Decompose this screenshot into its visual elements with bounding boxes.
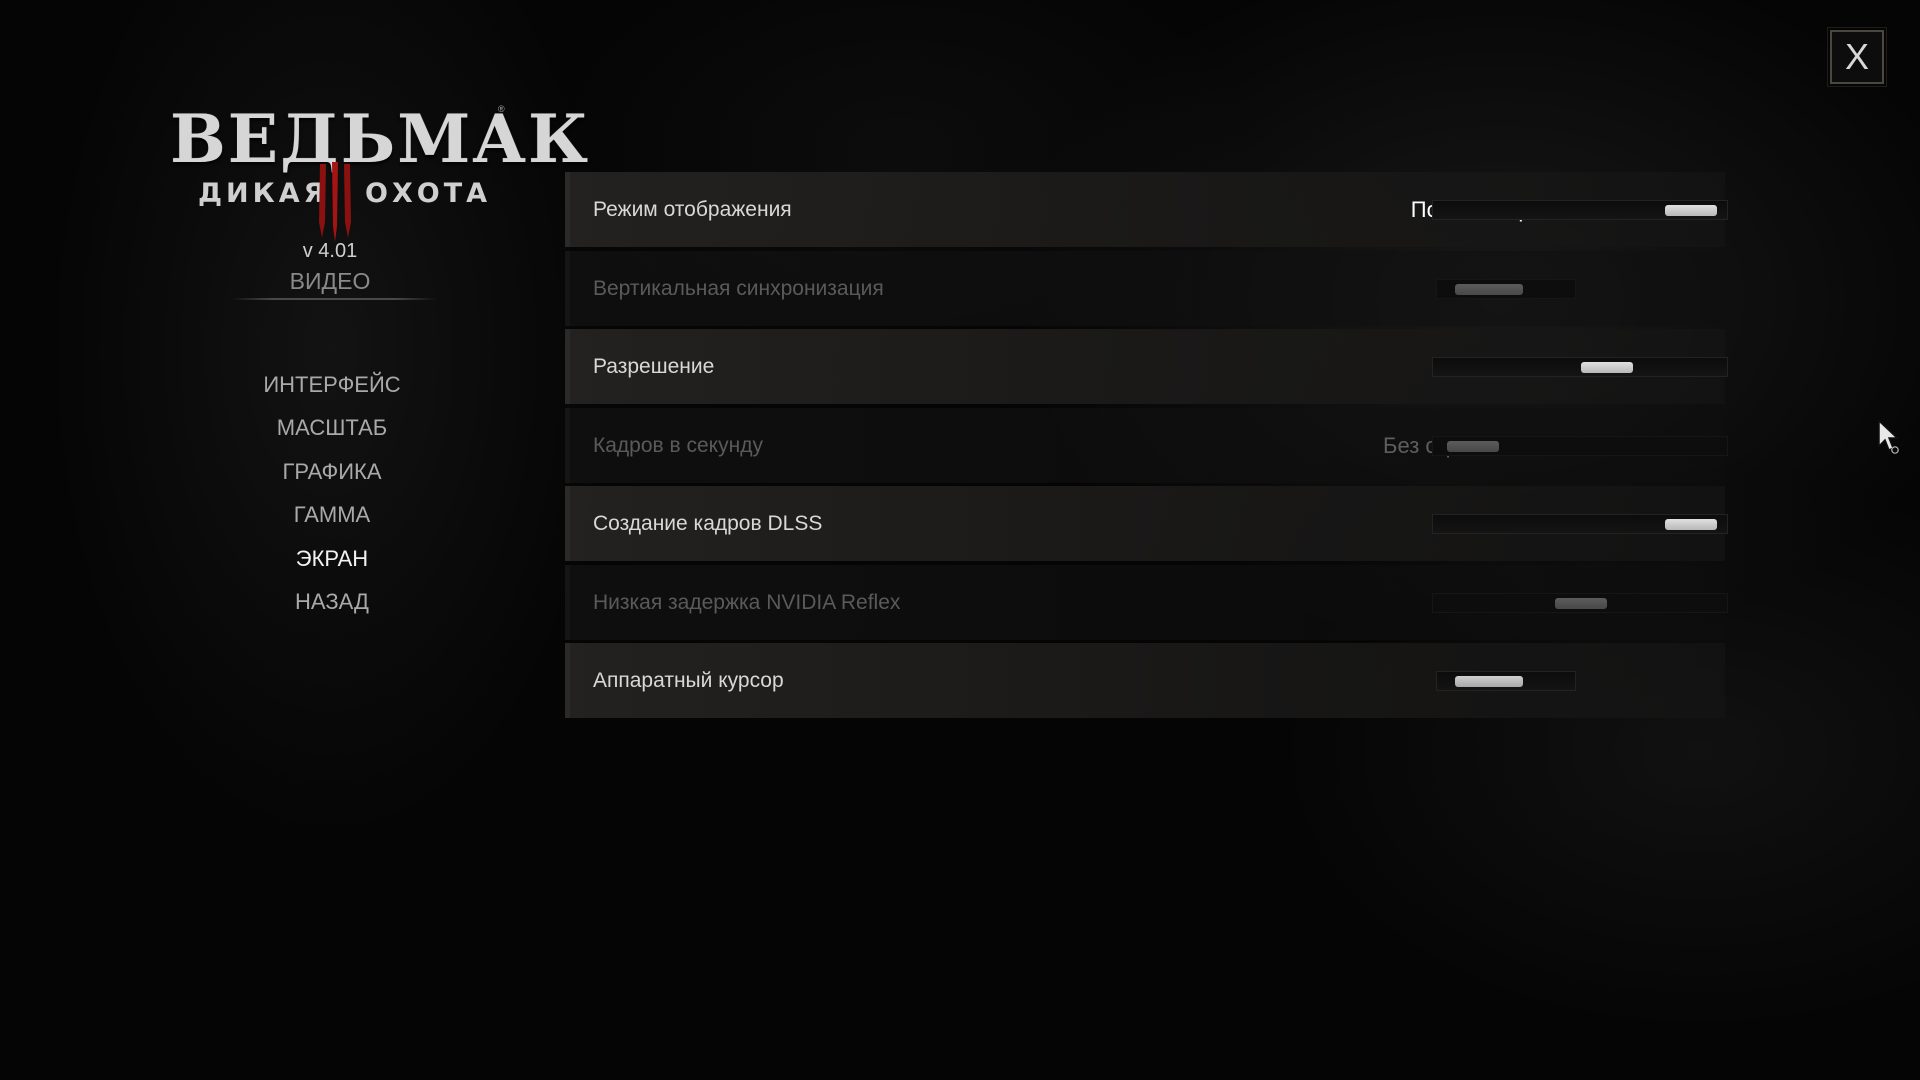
setting-toggle-track[interactable] — [1436, 671, 1576, 691]
setting-row-vsync[interactable]: Вертикальная синхронизация Выкл. — [565, 250, 1725, 326]
setting-row-hardware-cursor[interactable]: Аппаратный курсор Выкл. — [565, 643, 1725, 718]
nav-item-back[interactable]: НАЗАД — [232, 587, 432, 630]
section-divider — [232, 298, 436, 300]
setting-slider-track[interactable] — [1432, 592, 1728, 613]
setting-label: Кадров в секунду — [593, 433, 763, 457]
game-logo: ВЕДЬМАК ® ДИКАЯ ОХОТА — [150, 100, 588, 245]
video-settings-screen: X ВЕДЬМАК ® ДИКАЯ ОХОТА v 4.01 ВИДЕО ИНТ… — [0, 0, 1920, 1080]
logo-subtitle-right: ОХОТА — [365, 178, 492, 209]
nav-item-gamma[interactable]: ГАММА — [232, 500, 432, 543]
setting-toggle-knob[interactable] — [1455, 283, 1524, 295]
setting-slider-knob[interactable] — [1665, 205, 1718, 216]
nav-item-interface[interactable]: ИНТЕРФЕЙС — [232, 370, 432, 413]
setting-slider-knob[interactable] — [1665, 519, 1718, 530]
setting-row-fps-limit[interactable]: Кадров в секунду Без ограничений — [565, 407, 1728, 483]
close-icon: X — [1844, 36, 1869, 77]
setting-slider-track[interactable] — [1432, 435, 1728, 456]
setting-slider-track[interactable] — [1432, 200, 1728, 220]
setting-label: Режим отображения — [593, 198, 792, 221]
roman-three-claw-icon — [319, 162, 351, 242]
setting-row-resolution[interactable]: Разрешение 1920x1080 — [565, 329, 1728, 404]
nav-item-graphics[interactable]: ГРАФИКА — [232, 457, 432, 500]
setting-slider-knob[interactable] — [1555, 597, 1607, 609]
logo-subtitle-left: ДИКАЯ — [198, 178, 329, 209]
nav-item-screen[interactable]: ЭКРАН — [232, 544, 432, 587]
settings-list: Режим отображения Полный экран Вертикаль… — [565, 172, 1728, 722]
section-title: ВИДЕО — [289, 268, 371, 294]
setting-row-display-mode[interactable]: Режим отображения Полный экран — [565, 172, 1728, 247]
setting-toggle-knob[interactable] — [1455, 676, 1524, 687]
setting-slider-knob[interactable] — [1447, 440, 1500, 452]
setting-label: Вертикальная синхронизация — [593, 276, 884, 300]
registered-mark: ® — [498, 104, 505, 114]
setting-label: Создание кадров DLSS — [593, 512, 823, 535]
setting-slider-knob[interactable] — [1581, 362, 1634, 373]
setting-row-dlss-frame-generation[interactable]: Создание кадров DLSS Вкл. — [565, 486, 1728, 561]
setting-label: Разрешение — [593, 355, 715, 378]
setting-toggle-track[interactable] — [1436, 278, 1576, 299]
setting-slider-track[interactable] — [1432, 514, 1728, 534]
setting-label: Аппаратный курсор — [593, 669, 784, 692]
setting-row-nvidia-reflex[interactable]: Низкая задержка NVIDIA Reflex Вкл. — [565, 564, 1728, 640]
version-label: v 4.01 — [302, 240, 358, 262]
nav-item-scale[interactable]: МАСШТАБ — [232, 413, 432, 456]
close-button[interactable]: X — [1827, 27, 1887, 87]
mouse-cursor-icon — [1878, 420, 1899, 454]
setting-label: Низкая задержка NVIDIA Reflex — [593, 590, 901, 614]
settings-nav: ИНТЕРФЕЙС МАСШТАБ ГРАФИКА ГАММА ЭКРАН НА… — [232, 370, 432, 630]
setting-slider-track[interactable] — [1432, 357, 1728, 377]
